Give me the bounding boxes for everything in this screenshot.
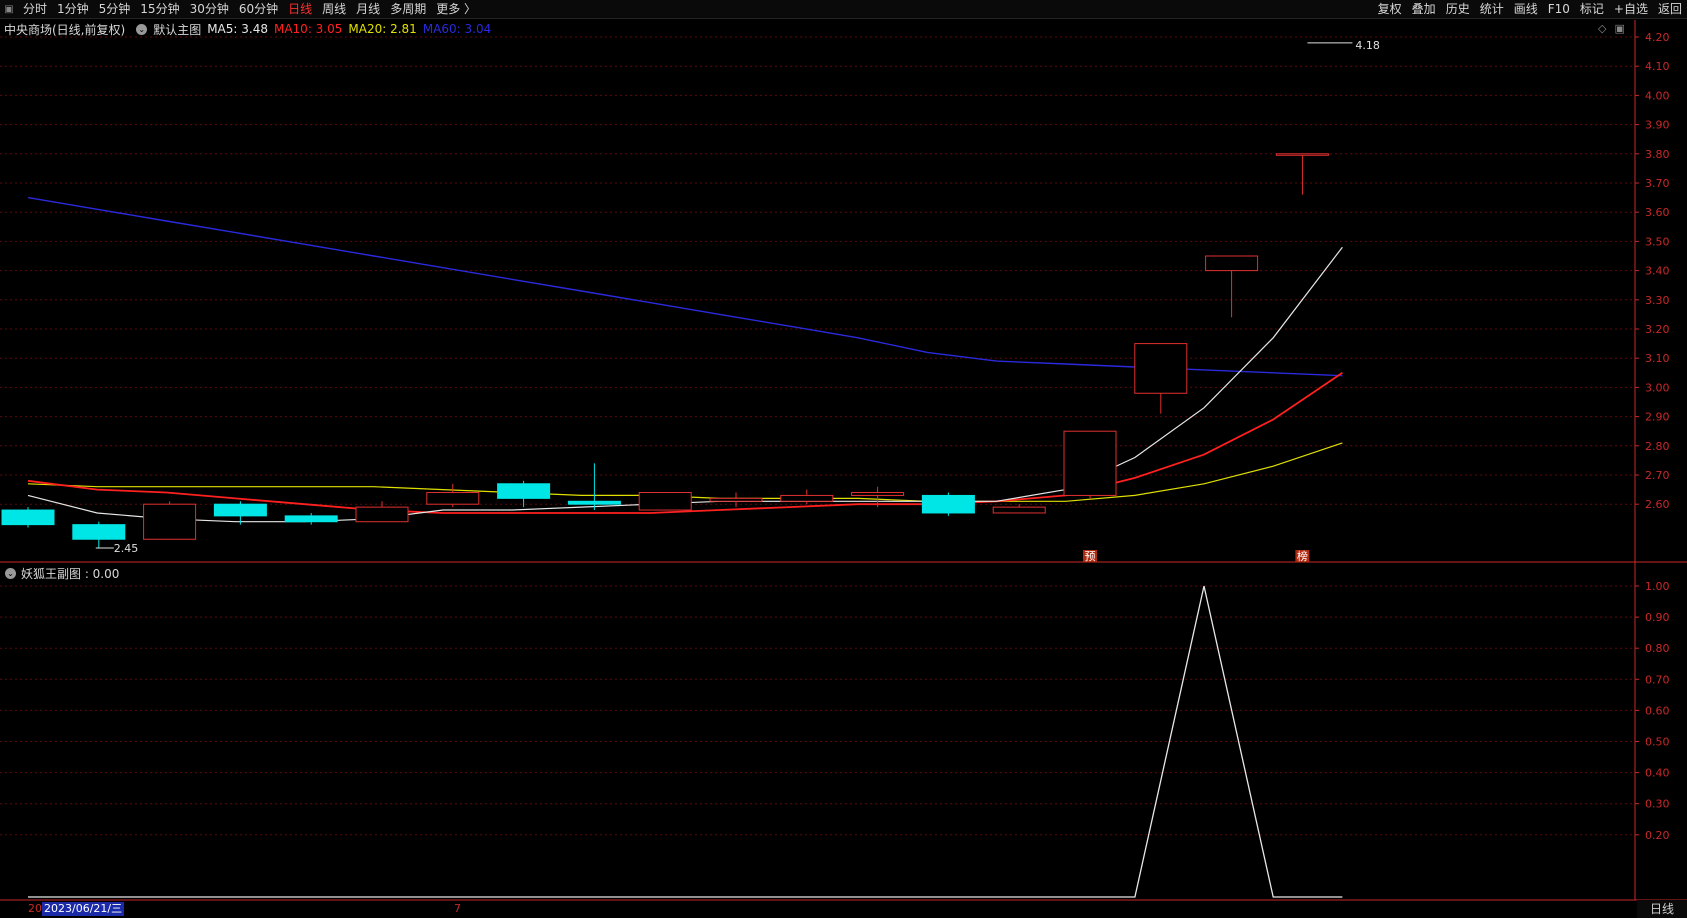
candle-body	[567, 500, 621, 505]
candle-body	[851, 492, 905, 496]
candle-body	[497, 483, 551, 499]
sub-tick-label: 0.40	[1645, 767, 1670, 780]
candle-body	[921, 494, 975, 514]
candle-body	[780, 494, 834, 502]
date-mark: 7	[454, 902, 461, 915]
price-tick-label: 2.80	[1645, 440, 1670, 453]
sub-tick-label: 0.30	[1645, 798, 1670, 811]
max-price-label: 4.18	[1355, 39, 1380, 52]
candle-body	[1063, 430, 1117, 496]
sub-tick-label: 0.70	[1645, 673, 1670, 686]
sub-tick-label: 1.00	[1645, 580, 1670, 593]
marker-bang: 榜	[1297, 549, 1308, 563]
price-tick-label: 3.90	[1645, 119, 1670, 132]
sub-tick-label: 0.20	[1645, 829, 1670, 842]
candle-body	[284, 515, 338, 523]
candle-body	[72, 524, 126, 540]
kline-chart[interactable]: 4.20 4.10 4.00 3.90 3.80 3.70 3.60 3.50 3.40 3.30…	[0, 0, 1687, 918]
candle-body	[213, 503, 267, 517]
price-tick-label: 3.30	[1645, 294, 1670, 307]
marker-yu: 预	[1085, 550, 1096, 563]
price-tick-label: 2.70	[1645, 469, 1670, 482]
candle-body	[355, 506, 409, 523]
candle-body	[143, 503, 197, 540]
price-tick-label: 3.40	[1645, 265, 1670, 278]
price-tick-label: 2.60	[1645, 498, 1670, 511]
candle-body	[1134, 343, 1188, 394]
candle-body	[638, 492, 692, 511]
min-price-label: 2.45	[114, 542, 139, 555]
date-prefix: 20	[28, 902, 42, 915]
price-tick-label: 3.50	[1645, 235, 1670, 248]
ma10-line	[27, 372, 1343, 514]
sub-tick-label: 0.50	[1645, 736, 1670, 749]
sub-tick-label: 0.60	[1645, 704, 1670, 717]
price-tick-label: 3.70	[1645, 177, 1670, 190]
price-tick-label: 4.20	[1645, 31, 1670, 44]
price-tick-label: 4.10	[1645, 60, 1670, 73]
price-tick-label: 2.90	[1645, 411, 1670, 424]
candle-body	[709, 497, 763, 502]
sub-tick-label: 0.80	[1645, 642, 1670, 655]
sub-tick-label: 0.90	[1645, 611, 1670, 624]
candle-body	[426, 492, 480, 505]
price-tick-label: 3.60	[1645, 206, 1670, 219]
price-tick-label: 3.80	[1645, 148, 1670, 161]
price-tick-label: 4.00	[1645, 89, 1670, 102]
candle-body	[1, 509, 55, 526]
candle-body	[1275, 153, 1329, 156]
period-indicator[interactable]: 日线	[1637, 900, 1687, 918]
price-tick-label: 3.20	[1645, 323, 1670, 336]
cursor-date: 2023/06/21/三	[42, 902, 125, 916]
price-tick-label: 3.10	[1645, 352, 1670, 365]
candle-body	[992, 506, 1046, 514]
candle-body	[1205, 255, 1259, 272]
price-tick-label: 3.00	[1645, 381, 1670, 394]
